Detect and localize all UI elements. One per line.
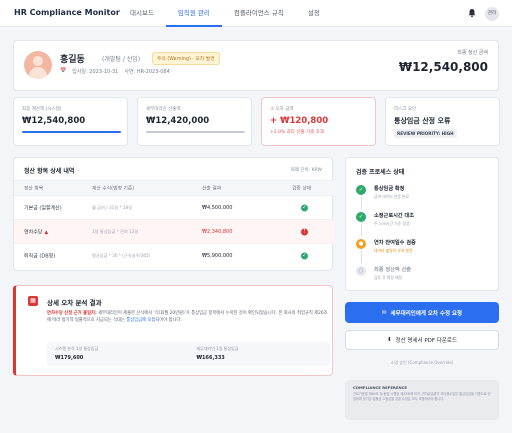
nav-dashboard[interactable]: 대시보드 xyxy=(118,0,166,27)
stat-value: + ₩120,800 xyxy=(270,116,329,126)
item-result: ₩4,500,000 xyxy=(202,204,233,211)
stat-accent-bar xyxy=(22,131,121,133)
stat-value: 통상임금 산정 오류 xyxy=(394,117,451,125)
item-name: 연차수당 xyxy=(24,229,43,235)
settlement-detail-table: 정산 항목 상세 내역 화폐 단위: KRW 정산 항목 계산 수식(법정 기준… xyxy=(13,157,334,271)
process-step: ✓ 통상임금 확정 급여 데이터 연동 완료 xyxy=(356,185,496,209)
error-circle-icon: ! xyxy=(301,228,308,235)
stat-label: 리스크 요인 xyxy=(394,107,417,112)
stat-label: ⚠ 오차 금액 xyxy=(270,107,294,112)
check-circle-icon: ✓ xyxy=(301,204,308,211)
nav-compliance-rules[interactable]: 컴플라이언스 규칙 xyxy=(222,0,296,27)
comparison-boxes: 시스템 분석 1일 통상임금 ₩179,600 세무대리인 1일 통상임금 ₩1… xyxy=(47,342,330,366)
item-name: 퇴직금 (DB형) xyxy=(24,253,56,260)
currency-unit: 화폐 단위: KRW xyxy=(290,168,322,173)
brand-logo[interactable]: HR Compliance Monitor xyxy=(14,8,120,17)
employee-id: 사번: HR-2023-084 xyxy=(124,69,170,75)
table-row[interactable]: 퇴직금 (DB형) 평균임금 * 30 * (근속일수/365) ₩5,900,… xyxy=(14,244,334,268)
nav-settings[interactable]: 설정 xyxy=(296,0,332,27)
stat-card-risk: 리스크 요인 통상임금 산정 오류 REVIEW PRIORITY: HIGH xyxy=(385,97,500,146)
stat-value: ₩12,420,000 xyxy=(146,116,210,126)
highlight-link[interactable]: 통상임금에 포함 xyxy=(126,318,155,323)
table-row[interactable]: 기본급 (일할계산) 월 급여 / 31일 * 28일 ₩4,500,000 ✓ xyxy=(14,196,334,220)
pending-circle-icon: ○ xyxy=(356,266,366,276)
override-link[interactable]: 소명 승인 (Compliance Override) xyxy=(345,360,499,366)
column-header: 산출 결과 xyxy=(202,186,222,192)
stat-card-tax-agent: 세무대리인 산출액 ₩12,420,000 xyxy=(137,97,252,146)
comparison-box-agent: 세무대리인 1일 통상임금 ₩166,333 xyxy=(196,346,239,361)
calendar-icon: 📅 xyxy=(60,68,67,74)
analysis-text: 연차수당 산정 근거 불일치: 세무대리인이 제출한 산식에서 '식대(월 20… xyxy=(47,311,328,323)
process-step: ○ 최종 정산액 산출 검토 후 확정 예정 xyxy=(356,266,496,290)
item-name: 기본급 (일할계산) xyxy=(24,205,62,211)
column-header: 계산 수식(법정 기준) xyxy=(92,186,135,192)
stat-label: 세무대리인 산출액 xyxy=(146,107,181,112)
item-result: ₩5,900,000 xyxy=(202,253,233,259)
warning-circle-icon: ⚠ xyxy=(270,107,275,112)
stat-subtext: +1.0% 과다 산출 기준 초과 xyxy=(270,130,325,135)
check-circle-icon: ✓ xyxy=(301,252,308,260)
stat-value: ₩12,540,800 xyxy=(22,116,86,126)
item-formula: 월 급여 / 31일 * 28일 xyxy=(92,204,133,210)
stat-card-system: 최종 계산액 (시스템) ₩12,540,800 xyxy=(13,97,128,146)
table-row[interactable]: 연차수당 ▲ 1일 통상임금 * 잔여 12일 ₩2,340,800 ! xyxy=(14,220,334,244)
send-icon: ✉ xyxy=(381,309,387,316)
process-title: 검증 프로세스 상태 xyxy=(356,169,405,176)
stat-accent-bar xyxy=(146,131,245,133)
process-step: ● 연차 잔여일수 검증 데이터 불일치 오차 발견 xyxy=(356,239,496,263)
verification-process-card: 검증 프로세스 상태 ✓ 통상임금 확정 급여 데이터 연동 완료 ✓ 소정근로… xyxy=(345,157,499,291)
clock-icon: ● xyxy=(356,239,366,249)
warning-icon: ▲ xyxy=(44,229,49,235)
item-result: ₩2,340,800 xyxy=(202,228,233,235)
process-step: ✓ 소정근로시간 대조 주 209시간 기준 정상 xyxy=(356,212,496,236)
analysis-title: 상세 오차 분석 결과 xyxy=(47,299,102,307)
hire-date: 입사일: 2023-10-31 xyxy=(72,69,119,75)
column-header: 정산 항목 xyxy=(24,186,44,192)
nav-employees[interactable]: 임직원 관리 xyxy=(165,0,222,27)
compliance-title: COMPLIANCE REFERENCE xyxy=(353,385,408,390)
stat-card-difference: ⚠ 오차 금액 + ₩120,800 +1.0% 과다 산출 기준 초과 xyxy=(261,97,376,146)
top-navbar: HR Compliance Monitor 대시보드 임직원 관리 컴플라이언스… xyxy=(0,0,512,27)
employee-dept: (개발팀 / 선임) xyxy=(102,56,141,63)
download-pdf-button[interactable]: ⬇ 정산 명세서 PDF 다운로드 xyxy=(345,330,499,350)
table-title: 정산 항목 상세 내역 xyxy=(24,168,75,175)
total-value: ₩12,540,800 xyxy=(398,60,488,74)
table-header: 정산 항목 계산 수식(법정 기준) 산출 결과 검증 상태 xyxy=(14,180,334,196)
employee-profile-card: 홍길동 (개발팀 / 선임) 주의 (Warning) · 오차 발견 📅 입사… xyxy=(13,40,499,91)
status-badge: 주의 (Warning) · 오차 발견 xyxy=(152,52,220,65)
priority-tag: REVIEW PRIORITY: HIGH xyxy=(394,129,457,138)
download-icon: ⬇ xyxy=(386,337,392,343)
error-analysis-card: ▦ 상세 오차 분석 결과 연차수당 산정 근거 불일치: 세무대리인이 제출한… xyxy=(13,285,333,376)
main-nav: 대시보드 임직원 관리 컴플라이언스 규칙 설정 xyxy=(118,0,332,27)
check-circle-icon: ✓ xyxy=(356,212,366,222)
request-correction-button[interactable]: ✉ 세무대리인에게 오차 수정 요청 xyxy=(345,302,499,323)
comparison-box-system: 시스템 분석 1일 통상임금 ₩179,600 xyxy=(55,346,99,361)
bell-icon[interactable] xyxy=(467,8,477,18)
total-label: 최종 정산 금액 xyxy=(457,50,488,56)
item-formula: 1일 통상임금 * 잔여 12일 xyxy=(92,228,139,234)
employee-name: 홍길동 xyxy=(60,55,85,65)
stat-label: 최종 계산액 (시스템) xyxy=(22,107,62,112)
employee-avatar xyxy=(24,51,52,79)
check-circle-icon: ✓ xyxy=(356,185,366,195)
compliance-text: 근로기준법 제60조 및 동법 시행령 제33조에 의거, 연차유급휴가 미사용… xyxy=(353,392,491,401)
item-formula: 평균임금 * 30 * (근속일수/365) xyxy=(92,253,151,258)
compliance-reference-box: COMPLIANCE REFERENCE 근로기준법 제60조 및 동법 시행령… xyxy=(345,380,499,420)
user-avatar[interactable]: 관리 xyxy=(485,7,499,21)
calendar-alert-icon: ▦ xyxy=(28,296,38,306)
column-header: 검증 상태 xyxy=(292,186,312,192)
